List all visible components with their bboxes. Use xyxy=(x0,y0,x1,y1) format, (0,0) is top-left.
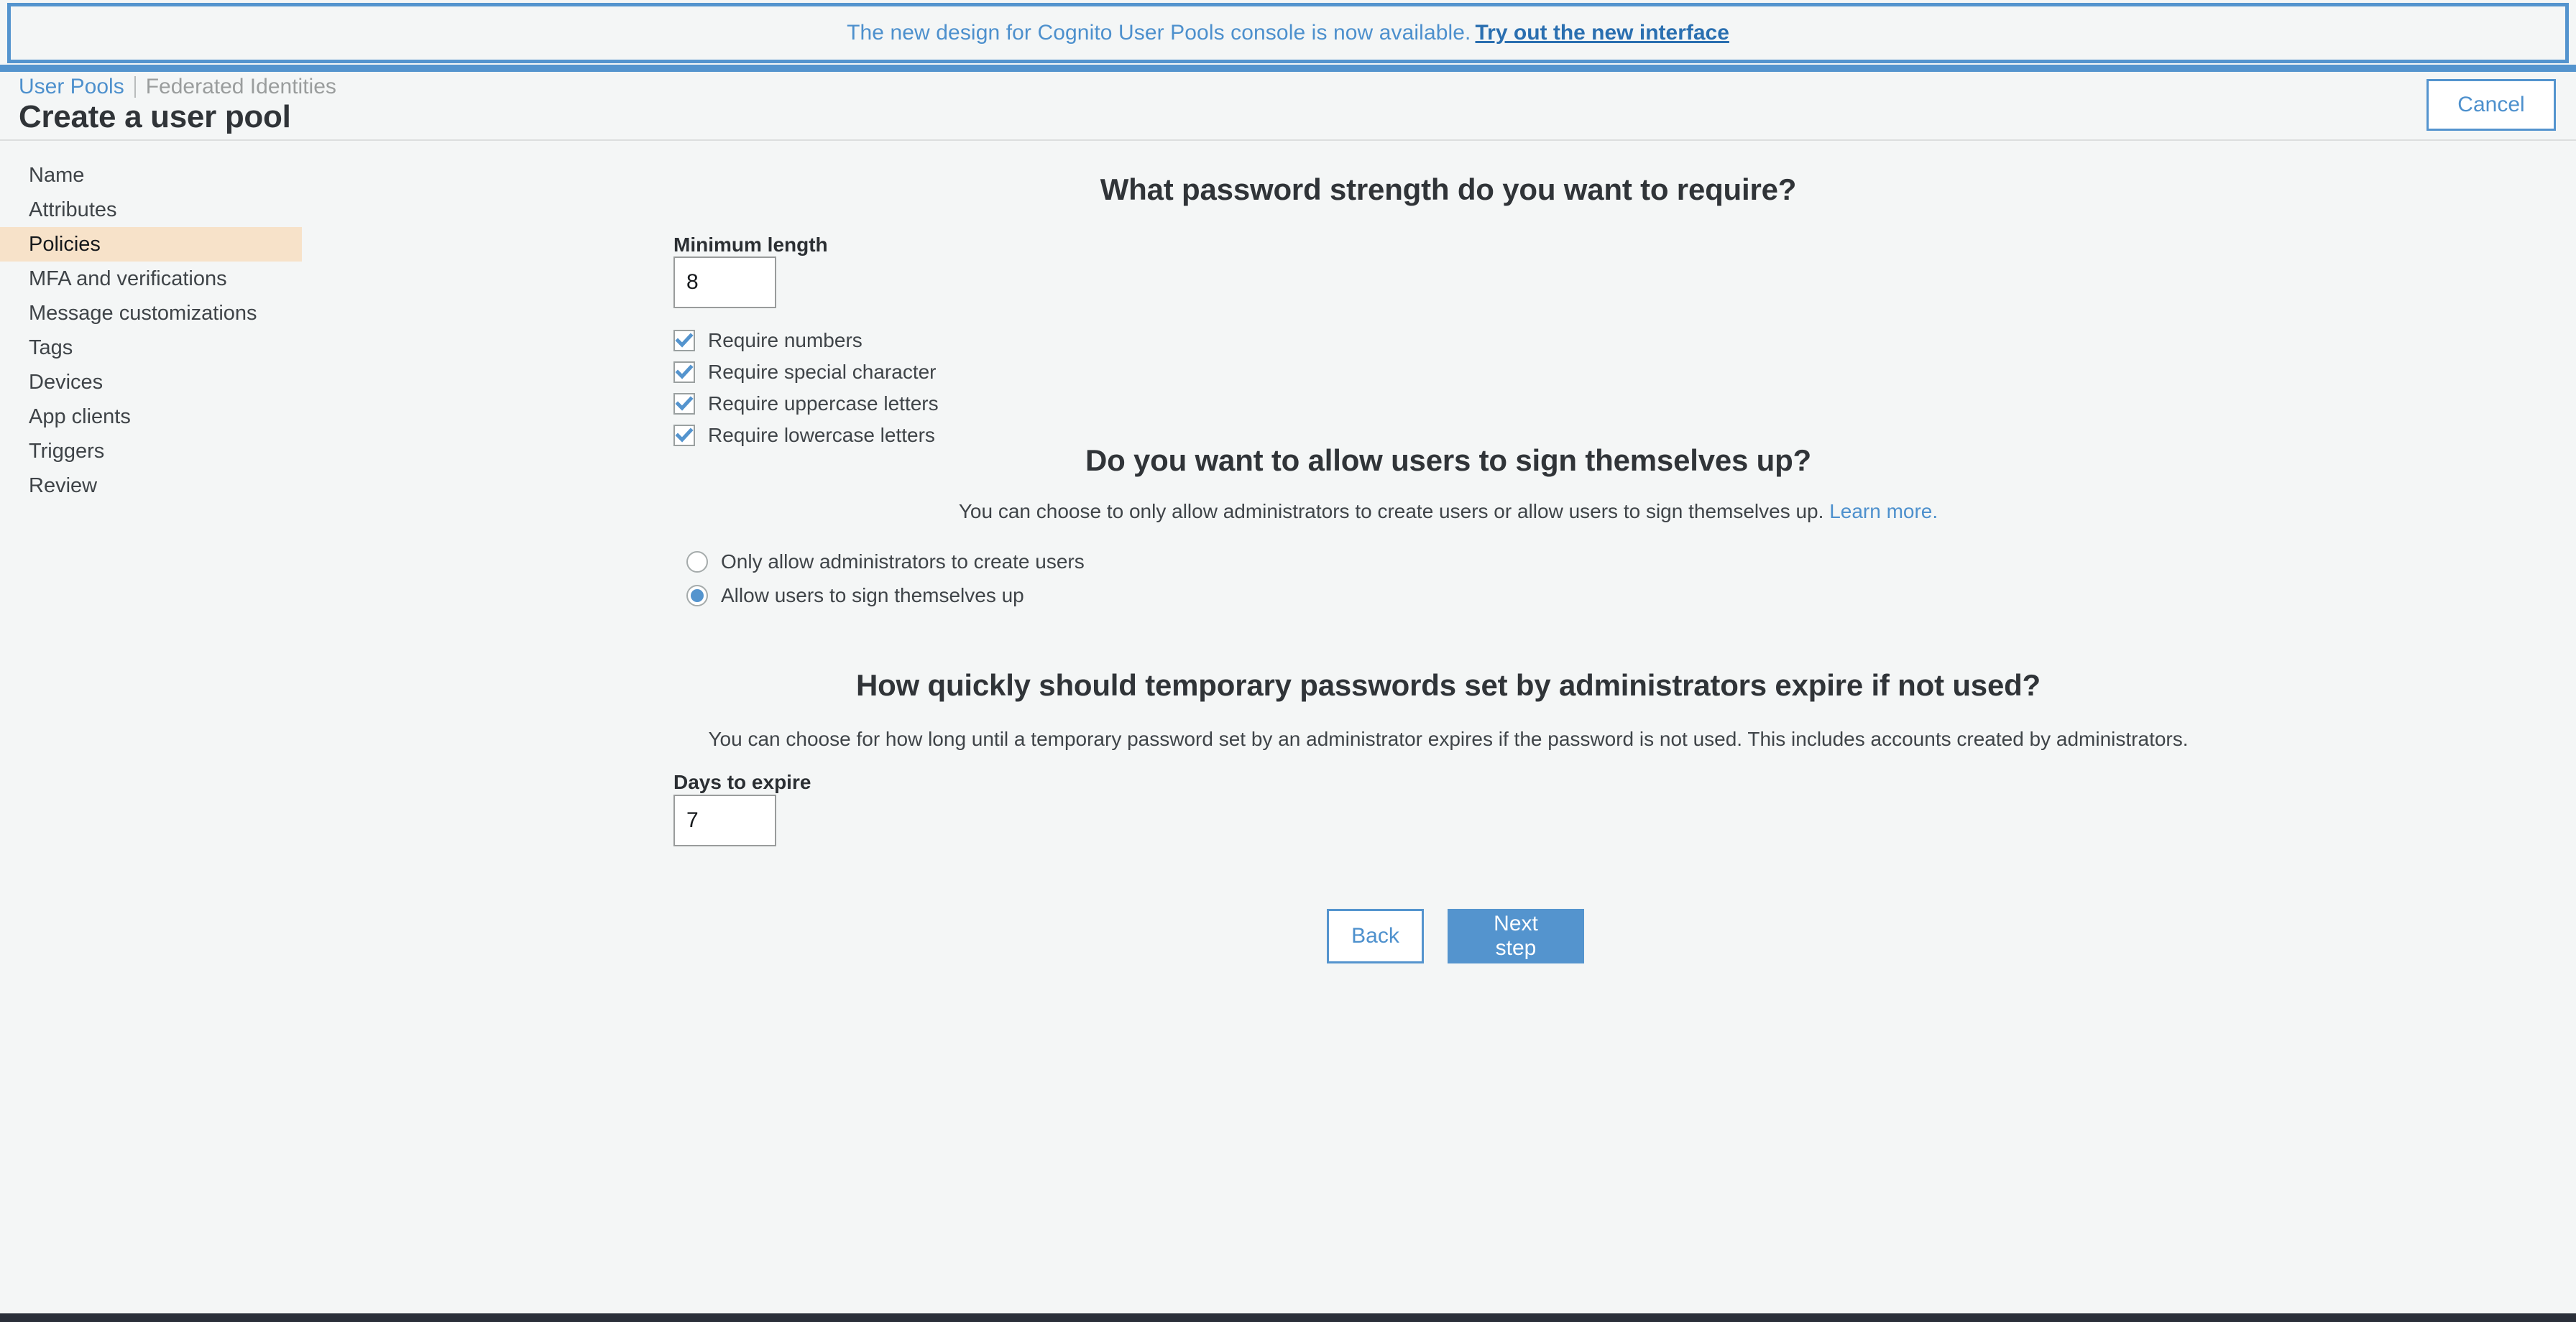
radio-label: Only allow administrators to create user… xyxy=(721,550,1085,573)
wizard-navigation-buttons: Back Next step xyxy=(1327,909,1584,963)
banner-message: The new design for Cognito User Pools co… xyxy=(847,21,1471,45)
sidebar-item-label: Tags xyxy=(29,336,73,359)
console-tabs: User Pools Federated Identities xyxy=(19,74,336,100)
page-header: User Pools Federated Identities Create a… xyxy=(0,72,2576,141)
page-title: Create a user pool xyxy=(19,99,291,134)
minimum-length-label: Minimum length xyxy=(673,234,828,256)
radio-row-allow-self-signup[interactable]: Allow users to sign themselves up xyxy=(686,578,1085,612)
sidebar-item-label: MFA and verifications xyxy=(29,267,227,290)
sidebar-item-message-customizations[interactable]: Message customizations xyxy=(0,296,302,330)
sidebar-item-devices[interactable]: Devices xyxy=(0,365,302,399)
next-step-button[interactable]: Next step xyxy=(1448,909,1584,963)
back-button[interactable]: Back xyxy=(1327,909,1424,963)
requirement-label: Require uppercase letters xyxy=(708,392,939,415)
radio-only-admins-create-users[interactable] xyxy=(686,550,708,573)
requirement-label: Require special character xyxy=(708,361,937,383)
tab-separator xyxy=(134,76,136,98)
temporary-passwords-description: You can choose for how long until a temp… xyxy=(708,728,2189,750)
requirement-row-require-uppercase-letters[interactable]: Require uppercase letters xyxy=(673,388,939,420)
signup-description: You can choose to only allow administrat… xyxy=(958,500,1824,522)
requirement-label: Require numbers xyxy=(708,329,862,351)
sidebar-item-tags[interactable]: Tags xyxy=(0,330,302,365)
new-console-banner: The new design for Cognito User Pools co… xyxy=(7,3,2569,63)
footer-bar xyxy=(0,1313,2576,1322)
sidebar-item-label: App clients xyxy=(29,405,131,428)
sidebar-item-policies[interactable]: Policies xyxy=(0,227,302,262)
banner-accent-bar xyxy=(0,65,2576,72)
minimum-length-input[interactable] xyxy=(673,256,776,308)
cognito-create-user-pool-page: The new design for Cognito User Pools co… xyxy=(0,0,2576,1322)
sidebar-item-mfa-and-verifications[interactable]: MFA and verifications xyxy=(0,262,302,296)
sidebar-item-label: Devices xyxy=(29,370,104,394)
sidebar-item-app-clients[interactable]: App clients xyxy=(0,399,302,434)
checkbox-require-uppercase-letters[interactable] xyxy=(673,393,695,415)
requirement-row-require-special-character[interactable]: Require special character xyxy=(673,356,939,388)
password-requirements-group: Require numbers Require special characte… xyxy=(673,325,939,451)
tab-user-pools[interactable]: User Pools xyxy=(19,74,124,100)
radio-allow-users-sign-themselves-up[interactable] xyxy=(686,584,708,606)
days-to-expire-label: Days to expire xyxy=(673,771,811,793)
checkbox-require-special-character[interactable] xyxy=(673,361,695,383)
radio-label: Allow users to sign themselves up xyxy=(721,583,1024,606)
temporary-passwords-heading: How quickly should temporary passwords s… xyxy=(855,668,2041,702)
radio-row-admins-only[interactable]: Only allow administrators to create user… xyxy=(686,545,1085,578)
requirement-row-require-numbers[interactable]: Require numbers xyxy=(673,325,939,356)
tab-federated-identities[interactable]: Federated Identities xyxy=(146,74,336,100)
signup-description-row: You can choose to only allow administrat… xyxy=(0,500,2576,523)
sidebar-item-label: Message customizations xyxy=(29,301,257,325)
password-strength-heading: What password strength do you want to re… xyxy=(1100,172,1797,206)
try-new-interface-link[interactable]: Try out the new interface xyxy=(1476,21,1729,45)
cancel-button[interactable]: Cancel xyxy=(2426,79,2556,131)
days-to-expire-input[interactable] xyxy=(673,795,776,846)
signup-learn-more-link[interactable]: Learn more. xyxy=(1829,500,1938,522)
sidebar-item-label: Policies xyxy=(29,232,101,256)
signup-heading: Do you want to allow users to sign thems… xyxy=(1085,443,1812,477)
checkbox-require-numbers[interactable] xyxy=(673,330,695,351)
signup-options-group: Only allow administrators to create user… xyxy=(686,545,1085,612)
